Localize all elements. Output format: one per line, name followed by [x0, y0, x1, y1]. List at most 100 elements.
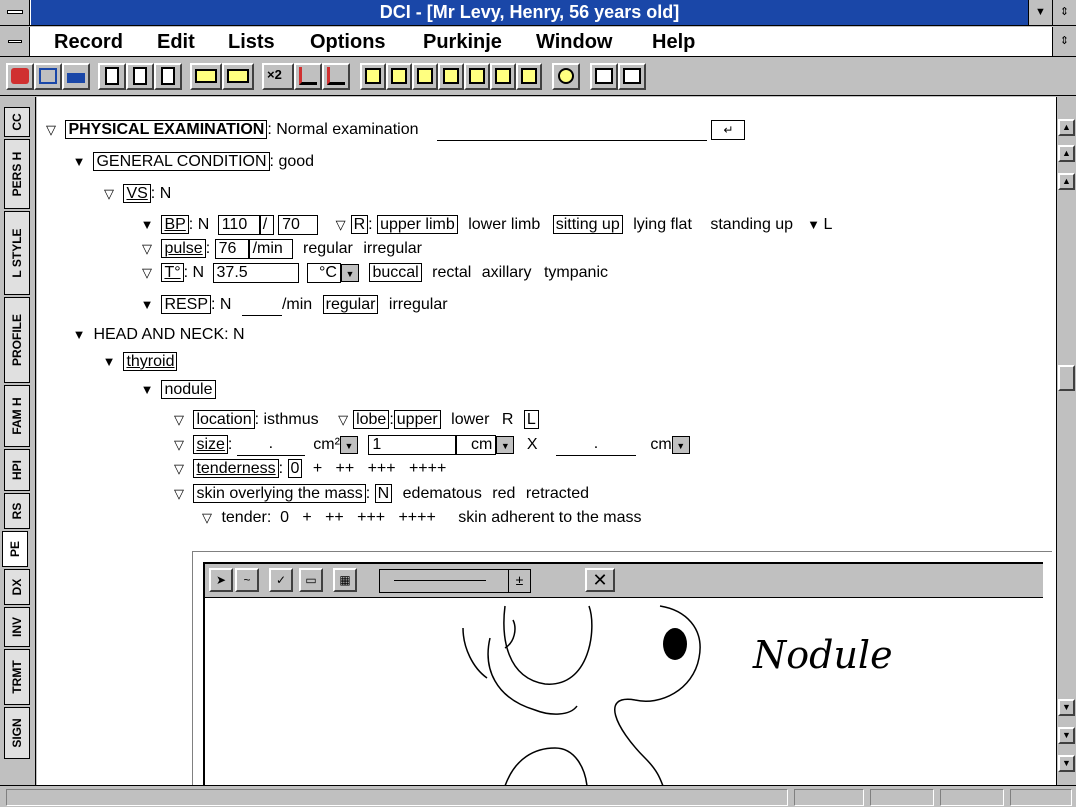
collapse-open-icon[interactable]: ▽ [137, 262, 157, 284]
records-icon[interactable] [190, 63, 222, 90]
tree-row-thyroid[interactable]: ▼ thyroid [99, 351, 178, 373]
size-label[interactable]: size [193, 435, 228, 454]
expand-filled-icon[interactable]: ▼ [99, 351, 119, 373]
lobe-l[interactable]: L [523, 410, 539, 429]
restore-button[interactable]: ⇕ [1052, 0, 1076, 25]
pointer-icon[interactable]: ➤ [209, 568, 233, 592]
skin-edematous[interactable]: edematous [403, 485, 482, 502]
pulse-regular[interactable]: regular [303, 240, 353, 257]
prescription-icon[interactable] [222, 63, 254, 90]
size-area-dropdown-icon[interactable]: ▼ [339, 435, 358, 454]
size-width-dropdown-icon[interactable]: ▼ [671, 435, 690, 454]
tree-row-tender[interactable]: ▽ tender: 0 + ++ +++ ++++ skin adherent … [197, 507, 642, 529]
tree-row-skin[interactable]: ▽ skin overlying the mass: N edematous r… [169, 483, 589, 505]
form-icon[interactable] [360, 63, 386, 90]
close-drawing-icon[interactable]: ✕ [585, 568, 615, 592]
menu-purkinje[interactable]: Purkinje [423, 31, 502, 54]
bp-side-r[interactable]: R [350, 215, 369, 234]
tree-row-location[interactable]: ▽ location: isthmus ▽ lobe: upper lower R … [169, 409, 539, 431]
rectangle-icon[interactable]: ▭ [299, 568, 323, 592]
vs-label[interactable]: VS [123, 184, 151, 203]
pulse-irregular[interactable]: irregular [363, 240, 422, 257]
size-length-dropdown-icon[interactable]: ▼ [496, 435, 515, 454]
temp-label[interactable]: T° [161, 263, 184, 282]
resp-label[interactable]: RESP [161, 295, 212, 314]
tab-sign[interactable]: SIGN [4, 707, 30, 759]
system-menu-button[interactable] [0, 0, 30, 25]
lobe-lower[interactable]: lower [451, 411, 489, 428]
tab-pe[interactable]: PE [2, 531, 28, 567]
tab-l-style[interactable]: L STYLE [4, 211, 30, 295]
size-width-input[interactable]: . [555, 433, 636, 456]
temp-input[interactable]: 37.5 [212, 262, 299, 283]
head-label[interactable]: HEAD AND NECK [93, 326, 224, 343]
page-add-icon[interactable] [154, 63, 182, 90]
resp-input[interactable] [241, 315, 282, 316]
expand-filled-icon[interactable]: ▼ [137, 379, 157, 401]
scroll-thumb[interactable] [1058, 365, 1075, 391]
temp-tympanic[interactable]: tympanic [544, 264, 608, 281]
multiply-icon[interactable]: ×2 [262, 63, 294, 90]
expand-filled-icon[interactable]: ▼ [69, 151, 89, 173]
expand-filled-icon[interactable]: ▼ [69, 324, 89, 346]
tab-rs[interactable]: RS [4, 493, 30, 529]
collapse-open-icon[interactable]: ▽ [137, 238, 157, 260]
bp-side-l[interactable]: L [824, 216, 833, 233]
skin-retracted[interactable]: retracted [526, 485, 589, 502]
temp-unit-dropdown-icon[interactable]: ▼ [340, 263, 359, 282]
tab-dx[interactable]: DX [4, 569, 30, 605]
menu-record[interactable]: Record [54, 31, 123, 54]
size-length-input[interactable]: 1 [368, 434, 457, 455]
temp-rectal[interactable]: rectal [432, 264, 471, 281]
tenderness-options[interactable]: + ++ +++ ++++ [313, 460, 446, 477]
temp-buccal[interactable]: buccal [369, 263, 422, 282]
collapse-open-icon[interactable]: ▽ [169, 409, 189, 431]
tree-row-size[interactable]: ▽ size: . cm² ▼ 1 cm ▼ X . cm ▼ [169, 433, 690, 456]
bp-sitting-up[interactable]: sitting up [552, 215, 623, 234]
location-label[interactable]: location [193, 410, 255, 429]
menu-help[interactable]: Help [652, 31, 695, 54]
scroll-up-icon[interactable]: ▲ [1058, 173, 1075, 190]
document-menu-button[interactable] [0, 27, 30, 56]
bp-upper-limb[interactable]: upper limb [377, 215, 458, 234]
temp-axillary[interactable]: axillary [482, 264, 532, 281]
collapse-open-icon[interactable]: ▽ [197, 507, 217, 529]
enter-icon[interactable]: ↵ [711, 119, 746, 140]
tab-hpi[interactable]: HPI [4, 449, 30, 491]
skin-red[interactable]: red [492, 485, 515, 502]
stats-icon[interactable] [516, 63, 542, 90]
pe-note-field[interactable] [436, 140, 707, 141]
lobe-r[interactable]: R [502, 411, 514, 428]
general-label[interactable]: GENERAL CONDITION [93, 152, 270, 171]
info-icon[interactable] [552, 63, 580, 90]
tree-row-vs[interactable]: ▽ VS: N [99, 183, 171, 205]
rx-icon[interactable] [386, 63, 412, 90]
tab-inv[interactable]: INV [4, 607, 30, 647]
mdi-restore-button[interactable]: ⇕ [1052, 27, 1076, 56]
bp-lower-limb[interactable]: lower limb [468, 216, 540, 233]
tree-row-head[interactable]: ▼ HEAD AND NECK: N [69, 324, 245, 346]
collapse-open-icon[interactable]: ▽ [169, 483, 189, 505]
tree-row-pulse[interactable]: ▽ pulse: 76/min regular irregular [137, 238, 422, 260]
skin-label[interactable]: skin overlying the mass [193, 484, 366, 503]
eraser-icon[interactable]: ✓ [269, 568, 293, 592]
collapse-open-icon[interactable]: ▽ [333, 409, 353, 431]
collapse-open-icon[interactable]: ▽ [169, 458, 189, 480]
bp-lying-flat[interactable]: lying flat [633, 216, 692, 233]
bar-chart-icon[interactable] [490, 63, 516, 90]
freehand-icon[interactable]: ~ [235, 568, 259, 592]
scroll-bottom-icon[interactable]: ▼ [1058, 755, 1075, 772]
collapse-open-icon[interactable]: ▽ [41, 119, 61, 141]
phone-icon[interactable] [6, 63, 34, 90]
blank-page-icon[interactable] [98, 63, 126, 90]
tender-options[interactable]: tender: 0 + ++ +++ ++++ [221, 509, 435, 526]
menu-lists[interactable]: Lists [228, 31, 275, 54]
tree-row-resp[interactable]: ▼ RESP: N /min regular irregular [137, 294, 448, 316]
resp-irregular[interactable]: irregular [389, 296, 448, 313]
bp-standing-up[interactable]: standing up [710, 216, 793, 233]
image-import-icon[interactable]: ▦ [333, 568, 357, 592]
lab-icon[interactable] [464, 63, 490, 90]
scroll-page-up-icon[interactable]: ▲ [1058, 145, 1075, 162]
tab-pers-h[interactable]: PERS H [4, 139, 30, 209]
tree-row-temp[interactable]: ▽ T°: N 37.5 °C ▼ buccal rectal axillary … [137, 262, 608, 284]
